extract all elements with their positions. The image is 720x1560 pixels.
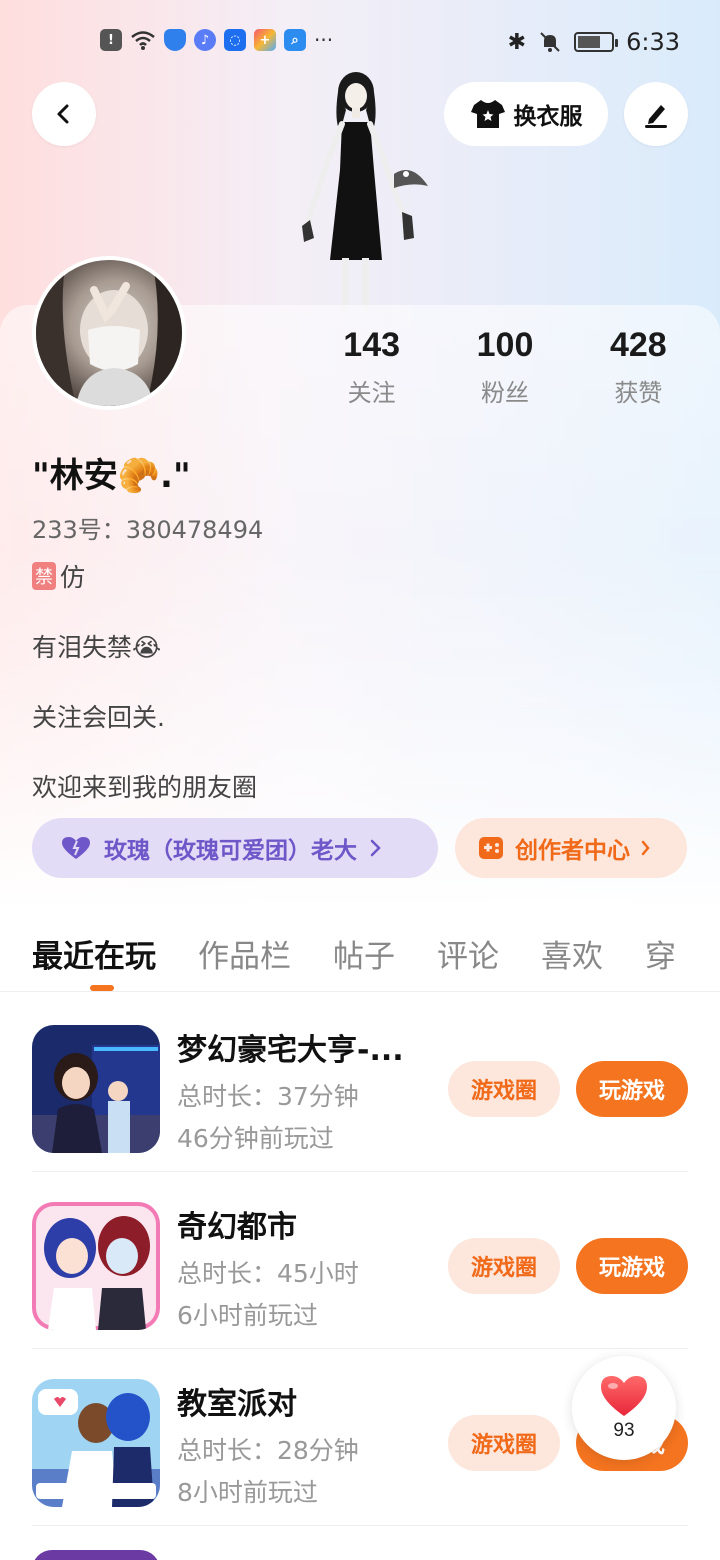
game-last-played: 8小时前玩过 (177, 1478, 318, 1507)
tab-recent[interactable]: 最近在玩 (32, 931, 156, 976)
tab-bar: 最近在玩 作品栏 帖子 评论 喜欢 穿 (32, 931, 676, 976)
game-title: 教室派对 (177, 1387, 297, 1422)
bio-line-1: 有泪失禁😭 (32, 633, 162, 662)
color-app-icon: + (254, 29, 276, 51)
tabs-divider (0, 991, 720, 992)
tab-comments[interactable]: 评论 (437, 931, 499, 976)
play-game-button[interactable]: 玩游戏 (576, 1238, 688, 1294)
game-duration: 总时长：37分钟 (177, 1082, 359, 1111)
profile-avatar[interactable] (32, 256, 186, 410)
tab-likes[interactable]: 喜欢 (541, 931, 603, 976)
game-duration: 总时长：28分钟 (177, 1436, 359, 1465)
stat-following-value: 143 (343, 326, 401, 364)
game-title: 梦幻豪宅大亨-... (177, 1033, 404, 1068)
change-outfit-button[interactable]: 换衣服 (444, 82, 608, 146)
shield-app-icon (164, 29, 186, 51)
game-icon (32, 1025, 160, 1153)
stat-following-label: 关注 (347, 379, 396, 407)
game-thumbnail (32, 1379, 160, 1507)
bulb-app-icon: ◌ (224, 29, 246, 51)
game-last-played: 46分钟前玩过 (177, 1124, 334, 1153)
heart-icon (62, 837, 90, 859)
game-circle-button[interactable]: 游戏圈 (448, 1061, 560, 1117)
tshirt-icon (470, 100, 505, 128)
wifi-icon (131, 31, 155, 50)
game-duration: 总时长：45小时 (177, 1259, 359, 1288)
character-avatar (302, 72, 428, 310)
game-thumbnail (32, 1202, 160, 1330)
creator-center-pill[interactable]: 创作者中心 (455, 818, 687, 878)
stat-followers-label: 粉丝 (480, 379, 529, 407)
ban-tag: 禁 (32, 562, 56, 590)
more-notifications: ··· (314, 28, 334, 52)
group-pill[interactable]: 玫瑰（玫瑰可爱团）老大 (32, 818, 438, 878)
stat-followers-value: 100 (476, 326, 534, 364)
group-pill-label: 玫瑰（玫瑰可爱团）老大 (104, 838, 357, 864)
stats-row: 143 关注 100 粉丝 428 获赞 (305, 326, 705, 408)
heart-icon (601, 1376, 647, 1416)
game-title: 奇幻都市 (177, 1210, 297, 1245)
back-button[interactable] (32, 82, 96, 146)
profile-tag-line: 禁仿 (32, 558, 85, 594)
bio-line-3: 欢迎来到我的朋友圈 (32, 773, 258, 802)
tab-posts[interactable]: 帖子 (333, 931, 395, 976)
bell-muted-icon (540, 32, 560, 52)
search-app-icon: ⌕ (284, 29, 306, 51)
chevron-right-icon (641, 840, 650, 856)
edit-button[interactable] (624, 82, 688, 146)
game-thumbnail (32, 1025, 160, 1153)
game-circle-button[interactable]: 游戏圈 (448, 1238, 560, 1294)
tab-works[interactable]: 作品栏 (198, 931, 291, 976)
profile-photo (36, 260, 182, 406)
creator-center-label: 创作者中心 (515, 838, 630, 864)
gamepad-icon (479, 837, 503, 859)
play-game-button[interactable]: 玩游戏 (576, 1061, 688, 1117)
row-divider (32, 1525, 688, 1526)
user-id: 233号：380478494 (32, 516, 264, 544)
stat-likes-label: 获赞 (614, 379, 663, 407)
music-app-icon: ♪ (194, 29, 216, 51)
list-item[interactable]: 梦幻豪宅大亨-... 总时长：37分钟 46分钟前玩过 游戏圈 玩游戏 (0, 995, 720, 1172)
like-floating-button[interactable]: 93 (572, 1356, 676, 1460)
like-count: 93 (613, 1420, 635, 1441)
clock: 6:33 (626, 28, 680, 56)
chevron-right-icon (370, 839, 381, 857)
status-bar-right: ✱ 6:33 (508, 28, 680, 56)
profile-tag-suffix: 仿 (60, 563, 86, 592)
status-bar-left: ! ♪ ◌ + ⌕ ··· (100, 28, 333, 52)
change-outfit-label: 换衣服 (513, 104, 583, 130)
pencil-icon (645, 105, 667, 128)
bluetooth-icon: ✱ (507, 29, 527, 55)
game-circle-button[interactable]: 游戏圈 (448, 1415, 560, 1471)
stat-following[interactable]: 143 关注 (305, 326, 438, 408)
next-game-icon-peek (32, 1550, 160, 1560)
list-item[interactable]: 奇幻都市 总时长：45小时 6小时前玩过 游戏圈 玩游戏 (0, 1172, 720, 1349)
game-icon (32, 1379, 160, 1507)
battery-icon (574, 32, 619, 52)
chevron-left-icon (57, 104, 69, 124)
stat-followers[interactable]: 100 粉丝 (438, 326, 571, 408)
tab-outfits[interactable]: 穿 (645, 931, 676, 976)
nickname: "林安🥐." (32, 456, 191, 496)
stat-likes[interactable]: 428 获赞 (572, 326, 705, 408)
game-last-played: 6小时前玩过 (177, 1301, 318, 1330)
game-icon (32, 1202, 160, 1330)
bio-line-2: 关注会回关. (32, 703, 165, 732)
stat-likes-value: 428 (609, 326, 667, 364)
alert-icon: ! (100, 29, 122, 51)
